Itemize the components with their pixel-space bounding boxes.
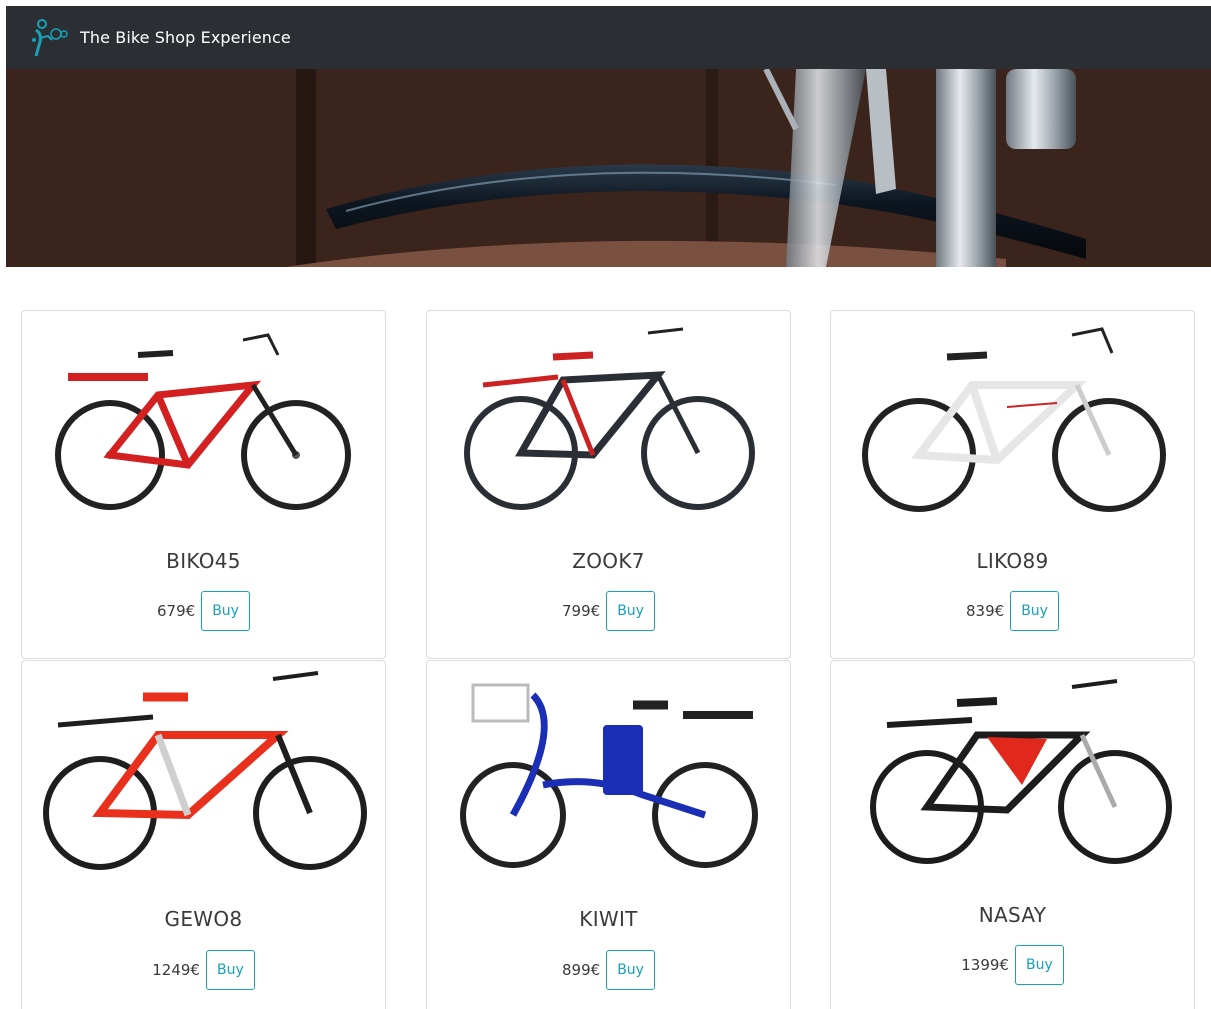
product-price: 799€ xyxy=(562,602,601,620)
product-price: 839€ xyxy=(966,602,1005,620)
buy-button[interactable]: Buy xyxy=(201,591,250,631)
hero-banner-image xyxy=(6,69,1211,267)
product-image-bike[interactable] xyxy=(38,315,369,521)
buy-button[interactable]: Buy xyxy=(1014,945,1064,985)
product-card: BIKO45 679€ Buy xyxy=(21,310,386,659)
product-name: ZOOK7 xyxy=(572,549,645,573)
product-card: KIWIT 899€ Buy xyxy=(426,660,791,1009)
buy-button[interactable]: Buy xyxy=(205,950,255,990)
product-name: GEWO8 xyxy=(164,907,243,931)
product-card: GEWO8 1249€ Buy xyxy=(21,660,386,1009)
product-name: NASAY xyxy=(978,903,1047,927)
product-image-bike[interactable] xyxy=(847,315,1178,521)
buy-button[interactable]: Buy xyxy=(606,950,655,990)
product-price: 1399€ xyxy=(961,956,1009,974)
product-image-bike[interactable] xyxy=(38,665,369,871)
product-price: 899€ xyxy=(562,961,601,979)
bicycle-logo-icon[interactable] xyxy=(28,16,68,60)
product-name: KIWIT xyxy=(579,907,638,931)
brand-title[interactable]: The Bike Shop Experience xyxy=(80,28,291,47)
product-price: 679€ xyxy=(157,602,196,620)
product-image-bike[interactable] xyxy=(847,665,1178,871)
product-card: ZOOK7 799€ Buy xyxy=(426,310,791,659)
buy-button[interactable]: Buy xyxy=(606,591,655,631)
top-navbar: The Bike Shop Experience xyxy=(6,6,1211,69)
buy-button[interactable]: Buy xyxy=(1010,591,1059,631)
product-price: 1249€ xyxy=(152,961,200,979)
product-image-bike[interactable] xyxy=(443,665,774,871)
product-name: BIKO45 xyxy=(166,549,241,573)
product-image-bike[interactable] xyxy=(443,315,774,521)
product-card: NASAY 1399€ Buy xyxy=(830,660,1195,1009)
product-name: LIKO89 xyxy=(976,549,1049,573)
product-card: LIKO89 839€ Buy xyxy=(830,310,1195,659)
